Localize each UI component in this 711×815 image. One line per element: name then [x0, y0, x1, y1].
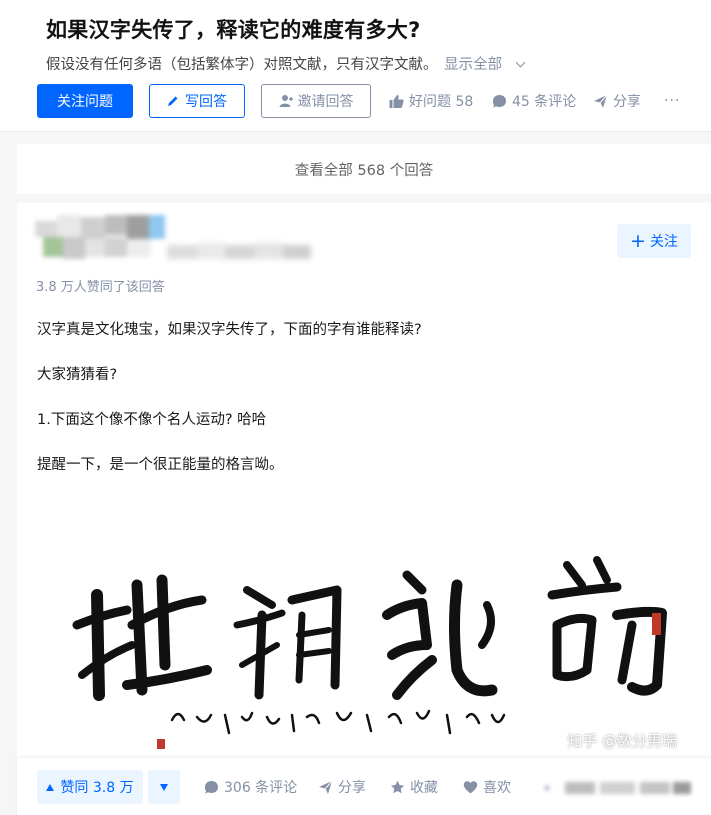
answer-paragraph: 1.下面这个像不像个名人运动? 哈哈 [37, 412, 267, 428]
answer-action-bar: 赞同 3.8 万 306 条评论 分享 收藏 喜欢 [17, 758, 711, 815]
like-button[interactable]: 喜欢 [463, 770, 511, 804]
answer-paragraph: 大家猜猜看? [37, 367, 118, 383]
share-icon [319, 780, 333, 794]
redacted-actions [545, 780, 695, 796]
write-answer-button[interactable]: 写回答 [149, 84, 245, 118]
question-detail-text: 假设没有任何多语（包括繁体字）对照文献，只有汉字文献。 [46, 57, 438, 73]
star-icon [391, 780, 404, 793]
collect-button[interactable]: 收藏 [390, 770, 438, 804]
triangle-down-icon [160, 783, 168, 791]
question-header: 如果汉字失传了，释读它的难度有多大? 假设没有任何多语（包括繁体字）对照文献，只… [0, 0, 711, 132]
more-options-icon[interactable]: ··· [664, 84, 680, 118]
question-share-button[interactable]: 分享 [593, 84, 641, 118]
answer-card: + 关注 3.8 万人赞同了该回答 汉字真是文化瑰宝，如果汉字失传了，下面的字有… [17, 203, 711, 815]
avatar[interactable] [35, 215, 169, 261]
thumbs-up-icon [389, 94, 404, 108]
invite-answer-label: 邀请回答 [297, 94, 354, 110]
upvote-label: 赞同 3.8 万 [60, 780, 134, 796]
follow-question-button[interactable]: 关注问题 [37, 84, 133, 118]
heart-icon [463, 780, 478, 793]
like-label: 喜欢 [483, 780, 511, 796]
answer-share-label: 分享 [338, 780, 366, 796]
vote-count-line: 3.8 万人赞同了该回答 [36, 280, 165, 295]
pen-icon [168, 96, 178, 106]
answer-paragraph: 提醒一下，是一个很正能量的格言呦。 [37, 457, 284, 473]
answer-comments-label: 306 条评论 [224, 780, 298, 796]
follow-author-button[interactable]: + 关注 [617, 224, 691, 258]
show-all-link[interactable]: 显示全部 [444, 57, 502, 73]
downvote-button[interactable] [148, 770, 180, 804]
view-all-answers-button[interactable]: 查看全部 568 个回答 [17, 144, 711, 194]
follow-author-label: 关注 [649, 234, 678, 250]
good-question-label: 好问题 58 [409, 94, 474, 110]
answer-share-button[interactable]: 分享 [318, 770, 366, 804]
comment-icon [205, 780, 218, 794]
question-detail: 假设没有任何多语（包括繁体字）对照文献，只有汉字文献。 显示全部 [46, 53, 526, 74]
image-watermark: 知乎 @数分男瑞 [567, 732, 677, 750]
answer-paragraph: 汉字真是文化瑰宝，如果汉字失传了，下面的字有谁能释读? [37, 322, 422, 338]
question-comments-button[interactable]: 45 条评论 [492, 84, 576, 118]
author-name[interactable] [167, 243, 312, 263]
calligraphy-image[interactable]: 知乎 @数分男瑞 [37, 495, 691, 761]
answer-comments-button[interactable]: 306 条评论 [204, 770, 297, 804]
question-title: 如果汉字失传了，释读它的难度有多大? [46, 18, 421, 42]
add-user-icon [279, 95, 293, 107]
collect-label: 收藏 [410, 780, 438, 796]
upvote-button[interactable]: 赞同 3.8 万 [37, 770, 143, 804]
plus-icon: + [630, 229, 646, 252]
write-answer-label: 写回答 [185, 94, 227, 110]
question-comments-label: 45 条评论 [512, 94, 577, 110]
chevron-down-icon[interactable] [515, 57, 526, 68]
good-question-button[interactable]: 好问题 58 [389, 84, 473, 118]
triangle-up-icon [46, 783, 55, 791]
comment-icon [493, 94, 506, 108]
calligraphy-artwork [72, 556, 667, 749]
invite-answer-button[interactable]: 邀请回答 [261, 84, 371, 118]
share-icon [594, 94, 608, 108]
question-share-label: 分享 [613, 94, 641, 110]
